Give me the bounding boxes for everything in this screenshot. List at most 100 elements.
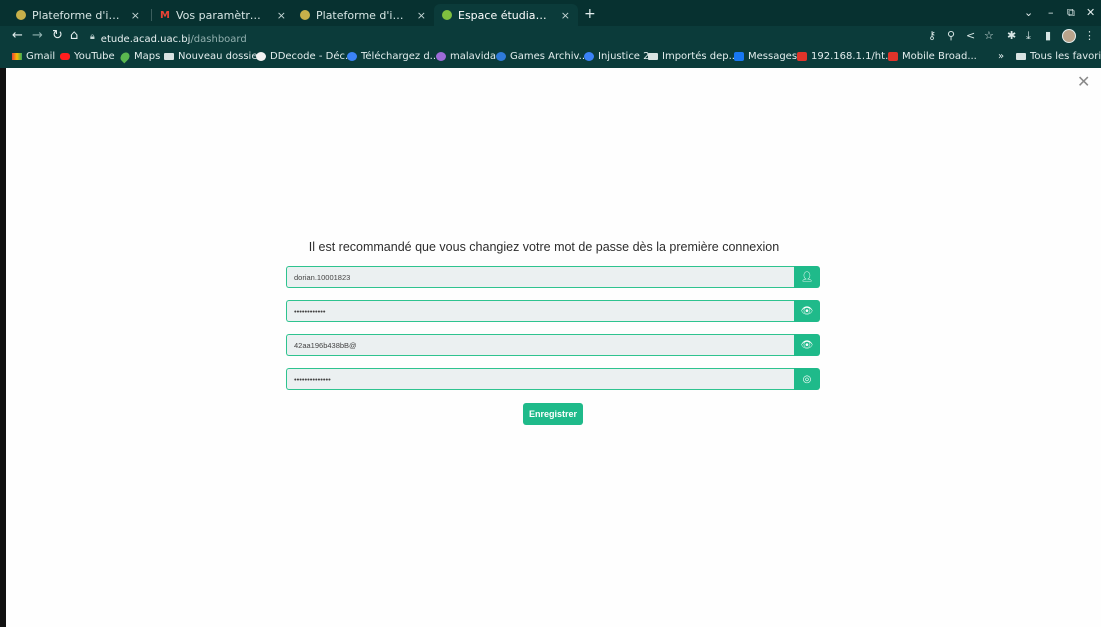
bookmark-label: Téléchargez d... xyxy=(361,51,440,62)
tab-label: Espace étudiant | Accueil xyxy=(458,8,551,22)
bookmark-ddecode[interactable]: DDecode - Déc... xyxy=(256,51,355,62)
minimize-icon[interactable]: – xyxy=(1048,6,1054,19)
restore-icon[interactable]: ⧉ xyxy=(1067,6,1075,20)
bookmark-gmail[interactable]: Gmail xyxy=(12,51,55,62)
bookmark-messages[interactable]: Messages xyxy=(734,51,797,62)
current-password-field: 👁︎ xyxy=(286,300,820,322)
close-window-icon[interactable]: ✕ xyxy=(1086,6,1095,19)
bookmark-telechargez[interactable]: Téléchargez d... xyxy=(347,51,439,62)
url-host: etude.acad.uac.bj xyxy=(100,34,191,45)
bookmark-youtube[interactable]: YouTube xyxy=(60,51,115,62)
close-modal-icon[interactable]: ✕ xyxy=(1077,72,1090,91)
site-icon xyxy=(300,10,310,20)
url-text: etude.acad.uac.bj/dashboard xyxy=(101,27,247,46)
tab-espace-etudiant[interactable]: Espace étudiant | Accueil × xyxy=(434,4,578,26)
eye-icon[interactable]: 👁︎ xyxy=(794,334,820,356)
globe-icon xyxy=(256,52,266,61)
username-field: 👤︎ xyxy=(286,266,820,288)
bookmark-label: Messages xyxy=(748,51,798,62)
new-password-field: 👁︎ xyxy=(286,334,820,356)
tab-label: Plateforme d'inscription xyxy=(316,8,407,22)
router-icon xyxy=(888,52,898,61)
bookmark-label: Nouveau dossier xyxy=(178,51,262,62)
router-icon xyxy=(797,52,807,61)
folder-icon xyxy=(1016,53,1026,60)
star-icon[interactable]: ☆ xyxy=(984,29,994,42)
tab-label: Vos paramètres de comp xyxy=(176,8,267,22)
reload-icon[interactable]: ↻ xyxy=(52,28,63,43)
globe-icon xyxy=(584,52,594,61)
folder-icon xyxy=(648,53,658,60)
bookmark-label: Tous les favoris xyxy=(1030,51,1101,62)
side-panel-icon[interactable]: ▮ xyxy=(1045,29,1051,42)
extensions-icon[interactable]: ✱ xyxy=(1007,29,1016,42)
site-icon xyxy=(442,10,452,20)
facebook-icon xyxy=(734,52,744,61)
close-tab-icon[interactable]: × xyxy=(131,9,140,22)
new-password-input[interactable] xyxy=(286,334,794,356)
bookmark-label: Gmail xyxy=(26,51,56,62)
back-icon[interactable]: ← xyxy=(12,28,23,43)
bookmark-malavida[interactable]: malavida xyxy=(436,51,496,62)
bookmark-label: YouTube xyxy=(74,51,115,62)
key-icon[interactable]: ⚷ xyxy=(928,29,936,42)
bookmark-nouveau-dossier[interactable]: Nouveau dossier xyxy=(164,51,262,62)
bookmark-label: malavida xyxy=(450,51,496,62)
address-bar[interactable]: 🔒︎ etude.acad.uac.bj/dashboard xyxy=(90,27,920,46)
tab-plateforme-1[interactable]: Plateforme d'inscription × xyxy=(8,4,148,26)
bookmark-maps[interactable]: Maps xyxy=(118,50,161,63)
bookmark-label: Mobile Broad... xyxy=(902,51,977,62)
tab-label: Plateforme d'inscription xyxy=(32,8,121,22)
bookmark-label: 192.168.1.1/ht... xyxy=(811,51,895,62)
bookmark-label: DDecode - Déc... xyxy=(270,51,355,62)
malavida-icon xyxy=(436,52,446,61)
more-bookmarks-icon[interactable]: » xyxy=(998,51,1004,62)
bookmark-label: Injustice 2 xyxy=(598,51,650,62)
new-tab-button[interactable]: + xyxy=(584,6,596,22)
eye-icon[interactable]: 👁︎ xyxy=(794,300,820,322)
username-input[interactable] xyxy=(286,266,794,288)
globe-icon xyxy=(496,52,506,61)
confirm-password-input[interactable] xyxy=(286,368,794,390)
menu-kebab-icon[interactable]: ⋮ xyxy=(1084,29,1095,42)
tab-strip: Plateforme d'inscription × M Vos paramèt… xyxy=(0,0,1101,26)
tab-gmail-settings[interactable]: M Vos paramètres de comp × xyxy=(152,4,294,26)
bookmark-injustice[interactable]: Injustice 2 xyxy=(584,51,650,62)
youtube-icon xyxy=(60,53,70,60)
close-tab-icon[interactable]: × xyxy=(417,9,426,22)
password-change-heading: Il est recommandé que vous changiez votr… xyxy=(308,240,780,254)
close-tab-icon[interactable]: × xyxy=(561,9,570,22)
gmail-icon xyxy=(12,53,22,60)
profile-avatar[interactable] xyxy=(1062,29,1076,43)
bookmark-all-favorites[interactable]: Tous les favoris xyxy=(1016,51,1101,62)
tab-search-icon[interactable]: ⌄ xyxy=(1024,6,1033,19)
bookmark-mobile-broadband[interactable]: Mobile Broad... xyxy=(888,51,977,62)
share-icon[interactable]: < xyxy=(966,29,975,42)
maps-icon xyxy=(118,50,132,63)
gmail-icon: M xyxy=(160,10,170,21)
globe-icon xyxy=(347,52,357,61)
user-icon: 👤︎ xyxy=(794,266,820,288)
browser-toolbar: ← → ↻ ⌂ 🔒︎ etude.acad.uac.bj/dashboard ⚷… xyxy=(0,26,1101,47)
bookmark-label: Maps xyxy=(134,51,161,62)
zoom-icon[interactable]: ⚲ xyxy=(947,29,955,42)
bookmark-games-archive[interactable]: Games Archiv... xyxy=(496,51,588,62)
forward-icon[interactable]: → xyxy=(32,28,43,43)
url-path: /dashboard xyxy=(190,34,247,45)
download-icon[interactable]: ⤓ xyxy=(1026,29,1031,43)
bookmark-label: Importés dep... xyxy=(662,51,739,62)
save-button[interactable]: Enregistrer xyxy=(523,403,583,425)
bookmarks-bar: Gmail YouTube Maps Nouveau dossier DDeco… xyxy=(0,48,1101,68)
browser-chrome: Plateforme d'inscription × M Vos paramèt… xyxy=(0,0,1101,68)
home-icon[interactable]: ⌂ xyxy=(70,28,78,43)
bookmark-router[interactable]: 192.168.1.1/ht... xyxy=(797,51,895,62)
current-password-input[interactable] xyxy=(286,300,794,322)
close-tab-icon[interactable]: × xyxy=(277,9,286,22)
tab-plateforme-2[interactable]: Plateforme d'inscription × xyxy=(292,4,434,26)
eye-slash-icon[interactable]: ◎ xyxy=(794,368,820,390)
bookmark-importes[interactable]: Importés dep... xyxy=(648,51,738,62)
lock-icon: 🔒︎ xyxy=(90,31,95,42)
site-icon xyxy=(16,10,26,20)
bookmark-label: Games Archiv... xyxy=(510,51,589,62)
confirm-password-field: ◎ xyxy=(286,368,820,390)
